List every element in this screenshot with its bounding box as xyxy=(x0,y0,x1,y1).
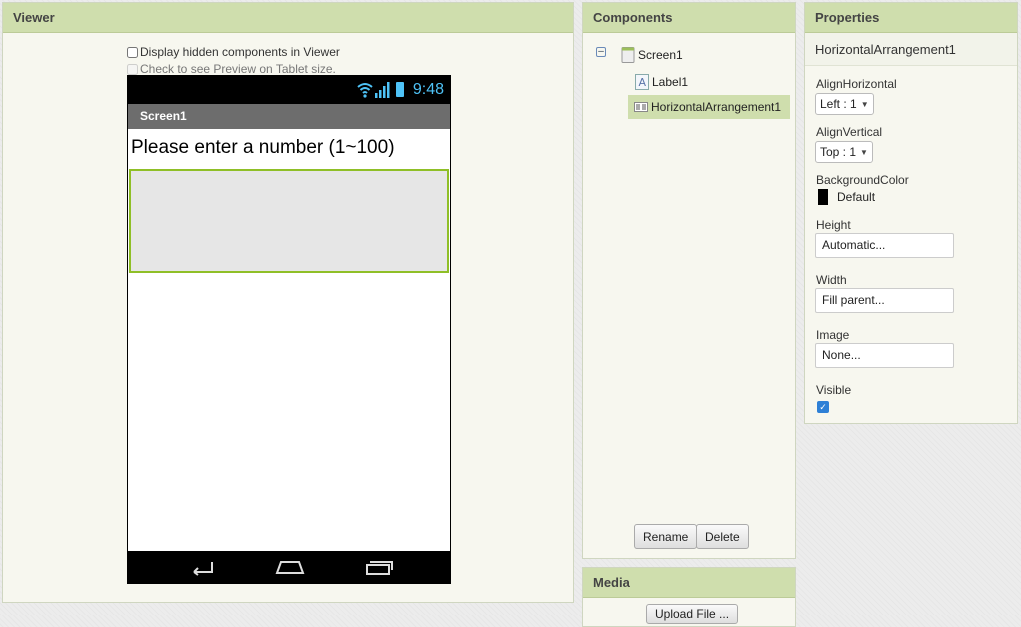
home-icon xyxy=(275,561,305,574)
tree-item-horizontalarrangement1[interactable]: HorizontalArrangement1 xyxy=(628,95,790,119)
image-label: Image xyxy=(816,328,850,342)
align-vertical-label: AlignVertical xyxy=(816,125,883,139)
upload-file-button[interactable]: Upload File ... xyxy=(646,604,739,624)
components-header: Components xyxy=(583,3,795,33)
media-header: Media xyxy=(583,568,795,598)
tree-item-label1[interactable]: A Label1 xyxy=(635,70,688,94)
status-time: 9:48 xyxy=(412,81,444,98)
tree-item-label: Label1 xyxy=(652,75,689,89)
label1-preview[interactable]: Please enter a number (1~100) xyxy=(128,129,450,169)
tablet-preview-label: Check to see Preview on Tablet size. xyxy=(140,62,336,76)
align-horizontal-label: AlignHorizontal xyxy=(816,77,897,91)
back-icon xyxy=(193,562,213,576)
chevron-down-icon: ▼ xyxy=(860,99,869,109)
chevron-down-icon: ▼ xyxy=(860,147,868,157)
color-swatch[interactable] xyxy=(818,189,828,205)
align-horizontal-value: Left : 1 xyxy=(820,97,857,111)
background-color-label: BackgroundColor xyxy=(816,173,909,187)
tree-item-screen1[interactable]: Screen1 xyxy=(621,43,683,67)
display-hidden-checkbox-input[interactable] xyxy=(127,46,138,58)
selected-component-name: HorizontalArrangement1 xyxy=(805,33,1017,66)
width-field[interactable]: Fill parent... xyxy=(815,288,954,313)
background-color-value[interactable]: Default xyxy=(837,190,875,204)
properties-header: Properties xyxy=(805,3,1017,33)
wifi-signal-icon xyxy=(357,82,390,98)
screen-icon xyxy=(621,47,635,63)
align-vertical-select[interactable]: Top : 1 ▼ xyxy=(815,141,873,163)
width-label: Width xyxy=(816,273,847,287)
phone-nav-bar xyxy=(128,551,450,583)
display-hidden-label: Display hidden components in Viewer xyxy=(140,45,340,59)
display-hidden-components-checkbox[interactable]: Display hidden components in Viewer xyxy=(127,45,340,59)
tree-item-label: Screen1 xyxy=(638,48,683,62)
label-icon: A xyxy=(635,74,649,90)
align-vertical-value: Top : 1 xyxy=(820,145,857,159)
viewer-panel: Viewer Display hidden components in View… xyxy=(2,2,574,603)
properties-panel: Properties HorizontalArrangement1 AlignH… xyxy=(804,2,1018,424)
media-panel: Media Upload File ... xyxy=(582,567,796,627)
viewer-header: Viewer xyxy=(3,3,573,33)
collapse-tree-icon[interactable]: – xyxy=(596,47,606,57)
components-panel: Components – Screen1 A Label1 Horizontal… xyxy=(582,2,796,559)
height-field[interactable]: Automatic... xyxy=(815,233,954,258)
recent-apps-icon xyxy=(366,561,393,575)
horizontal-arrangement-preview[interactable] xyxy=(129,169,449,273)
visible-checkbox[interactable]: ✓ xyxy=(817,401,829,413)
align-horizontal-select[interactable]: Left : 1 ▼ xyxy=(815,93,874,115)
svg-text:A: A xyxy=(639,76,647,89)
visible-label: Visible xyxy=(816,383,852,397)
delete-button[interactable]: Delete xyxy=(696,524,749,549)
height-label: Height xyxy=(816,218,851,232)
phone-status-bar: 9:48 xyxy=(128,76,450,104)
phone-preview: 9:48 Screen1 Please enter a number (1~10… xyxy=(127,75,451,584)
rename-button[interactable]: Rename xyxy=(634,524,698,549)
horizontal-arrangement-icon xyxy=(634,102,648,112)
image-field[interactable]: None... xyxy=(815,343,954,368)
battery-icon xyxy=(396,82,404,97)
screen-title-bar: Screen1 xyxy=(128,104,450,129)
tablet-preview-checkbox[interactable]: Check to see Preview on Tablet size. xyxy=(127,62,336,76)
tablet-preview-checkbox-input[interactable] xyxy=(127,63,138,75)
tree-item-label: HorizontalArrangement1 xyxy=(651,100,782,114)
